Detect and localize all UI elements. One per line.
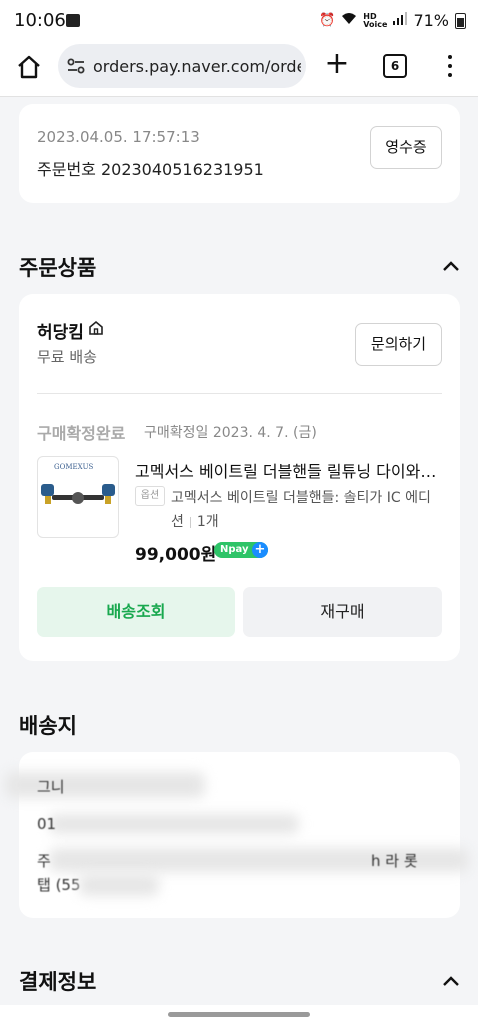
address-fragment: 01 <box>37 815 57 833</box>
home-icon[interactable] <box>14 52 44 82</box>
tabs-icon[interactable]: 6 <box>383 54 407 78</box>
shipping-address-card: 그니 01 주 h 라 롯 탭 (55 <box>5 752 469 918</box>
ordered-product-card: 허당킴 무료 배송 문의하기 구매확정완료 구매확정일 2023. 4. 7. … <box>19 294 460 661</box>
product-title[interactable]: 고멕서스 베이트릴 더블핸들 릴튜닝 다이와 아부가르시아 <box>135 458 441 482</box>
npay-plus-badge: Npay + <box>214 542 268 558</box>
status-bar: 10:06 ⏰ HD Voice 71% <box>0 0 478 40</box>
npay-label: Npay <box>220 544 249 555</box>
site-settings-icon[interactable] <box>66 56 86 76</box>
more-vert-icon[interactable] <box>440 52 460 82</box>
divider <box>37 393 442 394</box>
shipping-fee: 무료 배송 <box>37 348 97 366</box>
option-badge: 옵션 <box>135 486 165 506</box>
hd-voice-icon: HD Voice <box>363 11 388 29</box>
gesture-handle[interactable] <box>168 1012 310 1017</box>
product-thumbnail[interactable]: GOMEXUS <box>37 456 119 538</box>
confirm-status: 구매확정완료 <box>37 424 126 443</box>
battery-icon <box>455 12 466 29</box>
quantity: 1개 <box>196 514 219 530</box>
url-text[interactable]: orders.pay.naver.com/order <box>93 57 301 76</box>
section-title-shipping: 배송지 <box>19 714 77 738</box>
browser-toolbar: orders.pay.naver.com/order + 6 <box>0 40 478 97</box>
address-fragment: h 라 롯 <box>371 852 418 870</box>
plus-icon: + <box>252 542 268 558</box>
status-icons: ⏰ HD Voice 71% <box>319 11 466 30</box>
order-date: 2023.04.05. 17:57:13 <box>37 128 200 146</box>
address-fragment: 주 <box>37 852 51 870</box>
chevron-up-icon[interactable] <box>441 256 461 276</box>
store-home-icon <box>88 320 104 341</box>
chevron-up-icon[interactable] <box>441 971 461 991</box>
redacted-name <box>5 772 205 798</box>
seller-name[interactable]: 허당킴 <box>37 318 104 343</box>
separator <box>189 516 191 528</box>
section-title-ordered-products: 주문상품 <box>19 256 97 280</box>
signal-icon <box>393 12 408 29</box>
gallery-icon <box>66 14 80 27</box>
wifi-icon <box>341 12 357 29</box>
track-delivery-button[interactable]: 배송조회 <box>37 587 235 637</box>
product-price: 99,000원 <box>135 545 217 565</box>
option-text: 고멕서스 베이트릴 더블핸들: 솔티가 IC 에디션 1개 <box>171 486 443 534</box>
inquiry-button[interactable]: 문의하기 <box>355 323 442 366</box>
confirm-date: 구매확정일 2023. 4. 7. (금) <box>144 425 317 441</box>
battery-percent: 71% <box>413 11 449 30</box>
section-title-payment: 결제정보 <box>19 970 97 994</box>
redacted-phone <box>49 814 299 834</box>
plus-icon[interactable]: + <box>322 49 352 80</box>
order-number: 주문번호 2023040516231951 <box>37 160 264 179</box>
status-time: 10:06 <box>14 10 66 31</box>
receipt-button[interactable]: 영수증 <box>370 126 442 169</box>
address-fragment: 그니 <box>37 778 65 796</box>
reorder-button[interactable]: 재구매 <box>243 587 442 637</box>
redacted-address-line2 <box>79 874 159 896</box>
address-fragment: 탭 (55 <box>37 876 81 894</box>
alarm-icon: ⏰ <box>319 13 336 28</box>
thumbnail-brand: GOMEXUS <box>54 463 94 471</box>
address-bar[interactable]: orders.pay.naver.com/order <box>58 44 306 88</box>
order-info-card: 2023.04.05. 17:57:13 주문번호 20230405162319… <box>19 104 460 203</box>
seller-name-text: 허당킴 <box>37 323 84 343</box>
